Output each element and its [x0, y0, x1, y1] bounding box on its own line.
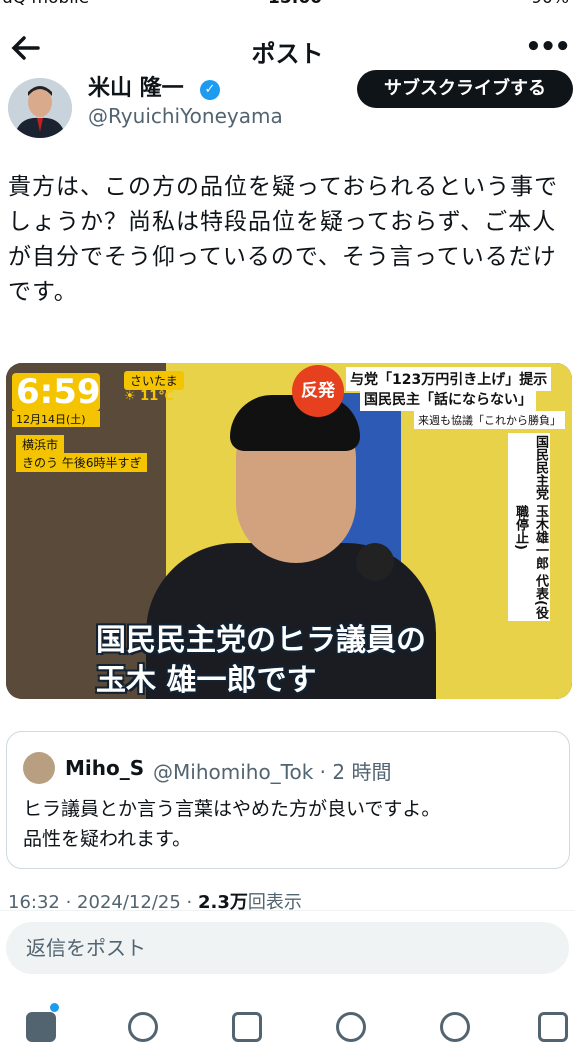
- divider: [0, 910, 575, 911]
- microphone-icon: [356, 543, 394, 581]
- tv-region: さいたま: [124, 371, 184, 390]
- post-image[interactable]: 6:59 12月14日(土) さいたま ☀ 11℃ 横浜市 きのう 午後6時半す…: [6, 363, 572, 699]
- home-unread-dot: [50, 1003, 59, 1012]
- tv-headline-2: 国民民主「話にならない」: [360, 387, 536, 411]
- bottom-tab-bar: [0, 1000, 575, 1042]
- tv-clock: 6:59: [12, 373, 101, 411]
- tv-headline-3: 来週も協議「これから勝負」: [414, 411, 565, 429]
- communities-tab-icon[interactable]: [336, 1012, 366, 1042]
- search-tab-icon[interactable]: [128, 1012, 158, 1042]
- tv-caption: 国民民主党のヒラ議員の 玉木 雄一郎です: [96, 621, 426, 699]
- author-avatar[interactable]: [8, 78, 72, 138]
- quoted-text-line-1: ヒラ議員とか言う言葉はやめた方が良いですよ。: [23, 798, 441, 820]
- quoted-avatar: [23, 752, 55, 784]
- quoted-handle: @Mihomiho_Tok · 2 時間: [153, 760, 392, 784]
- verified-badge-icon: ✓: [200, 80, 220, 100]
- home-tab-icon[interactable]: [26, 1012, 56, 1042]
- tv-badge: 反発: [292, 365, 344, 417]
- battery-label: 90%: [531, 0, 569, 8]
- top-nav: ポスト •••: [0, 22, 575, 74]
- quoted-post[interactable]: Miho_S @Mihomiho_Tok · 2 時間 ヒラ議員とか言う言葉はや…: [6, 731, 570, 869]
- subscribe-button[interactable]: サブスクライブする: [357, 70, 573, 108]
- quoted-author-name: Miho_S: [65, 756, 145, 780]
- quoted-text-line-2: 品性を疑われます。: [23, 828, 192, 850]
- post-text: 貴方は、この方の品位を疑っておられるという事でしょうか？尚私は特段品位を疑ってお…: [8, 174, 559, 305]
- more-options-icon[interactable]: •••: [525, 32, 571, 62]
- tv-weather: ☀ 11℃: [124, 389, 175, 404]
- tv-nameplate: 国民民主党 玉木雄一郎 代表(役職停止): [508, 433, 550, 621]
- author-handle[interactable]: @RyuichiYoneyama: [88, 104, 283, 128]
- quoted-text: ヒラ議員とか言う言葉はやめた方が良いですよ。 品性を疑われます。: [23, 794, 440, 854]
- tv-caption-line-2: 玉木 雄一郎です: [96, 663, 317, 698]
- notifications-tab-icon[interactable]: [440, 1012, 470, 1042]
- author-name[interactable]: 米山 隆一: [88, 70, 184, 102]
- grok-tab-icon[interactable]: [232, 1012, 262, 1042]
- tv-date: 12月14日(土): [12, 411, 100, 427]
- tv-place: 横浜市: [16, 435, 65, 454]
- messages-tab-icon[interactable]: [538, 1012, 568, 1042]
- reply-input[interactable]: 返信をポスト: [6, 922, 569, 974]
- status-bar: uQ mobile 15:00 90%: [0, 0, 575, 12]
- carrier-label: uQ mobile: [2, 0, 89, 8]
- page-title: ポスト: [251, 40, 324, 68]
- tv-when: きのう 午後6時半すぎ: [16, 453, 148, 472]
- status-time: 15:00: [268, 0, 322, 8]
- tv-caption-line-1: 国民民主党のヒラ議員の: [96, 623, 426, 658]
